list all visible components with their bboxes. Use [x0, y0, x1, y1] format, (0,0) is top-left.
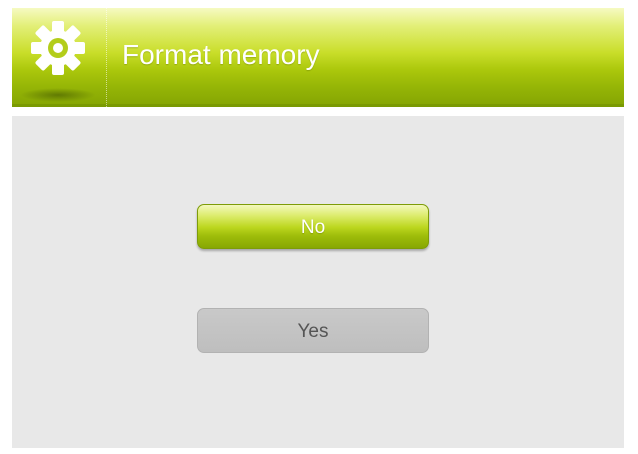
- gear-shadow: [20, 88, 96, 102]
- page-title: Format memory: [122, 39, 320, 70]
- header-divider: [12, 107, 624, 116]
- no-button[interactable]: No: [197, 204, 429, 249]
- header-icon-area: [12, 8, 107, 107]
- gear-icon: [31, 21, 85, 75]
- title-bar: Format memory: [12, 8, 624, 107]
- yes-button[interactable]: Yes: [197, 308, 429, 353]
- format-memory-screen: Format memory No Yes: [12, 8, 624, 448]
